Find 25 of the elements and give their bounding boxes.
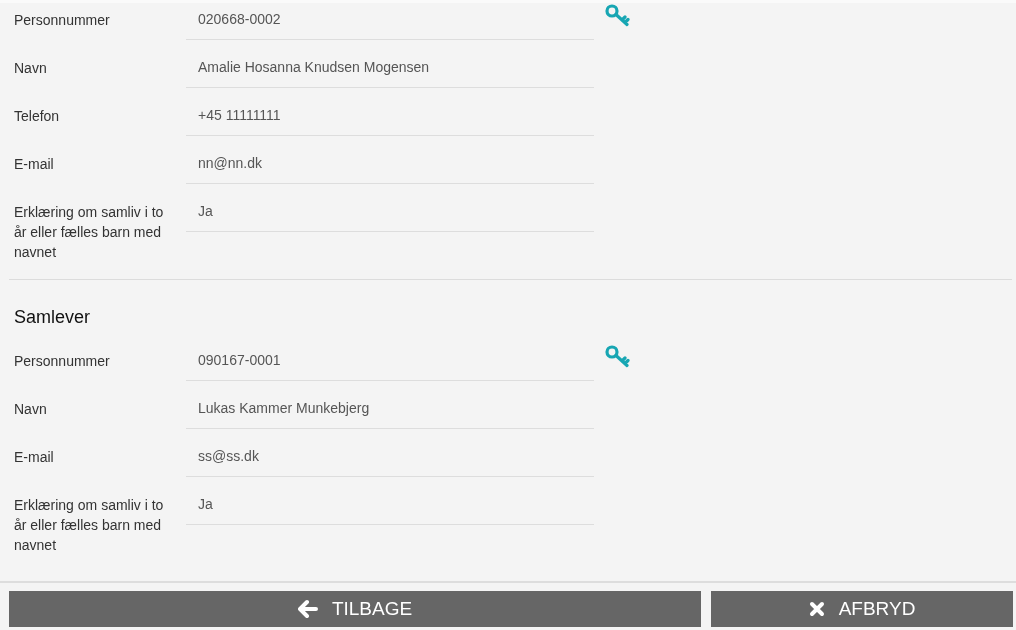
input-field[interactable]: ss@ss.dk [186,440,594,477]
input-field[interactable]: 090167-0001 [186,344,594,381]
input-field[interactable]: nn@nn.dk [186,147,594,184]
field-label: E-mail [13,448,55,467]
input-field[interactable]: 020668-0002 [186,3,594,40]
input-field[interactable]: +45 11111111 [186,99,594,136]
field-label: Navn [13,59,48,78]
cancel-button[interactable]: AFBRYD [711,591,1013,627]
key-icon[interactable] [604,344,630,368]
field-label: Telefon [13,107,61,126]
close-icon [808,601,825,617]
input-field[interactable]: Lukas Kammer Munkebjerg [186,392,594,429]
back-button[interactable]: TILBAGE [9,591,701,627]
section-heading: Samlever [13,307,92,328]
field-label: Personnummer [13,11,111,30]
field-label: E-mail [13,155,55,174]
field-label: Navn [13,400,48,419]
input-field[interactable]: Amalie Hosanna Knudsen Mogensen [186,51,594,88]
key-icon[interactable] [604,3,630,27]
input-field[interactable]: Ja [186,195,594,232]
field-label: Erklæring om samliv i to år eller fælles barn med navnet [13,496,165,555]
field-label: Personnummer [13,352,111,371]
field-label: Erklæring om samliv i to år eller fælles barn med navnet [13,203,165,262]
input-field[interactable]: Ja [186,488,594,525]
arrow-left-icon [297,599,318,619]
